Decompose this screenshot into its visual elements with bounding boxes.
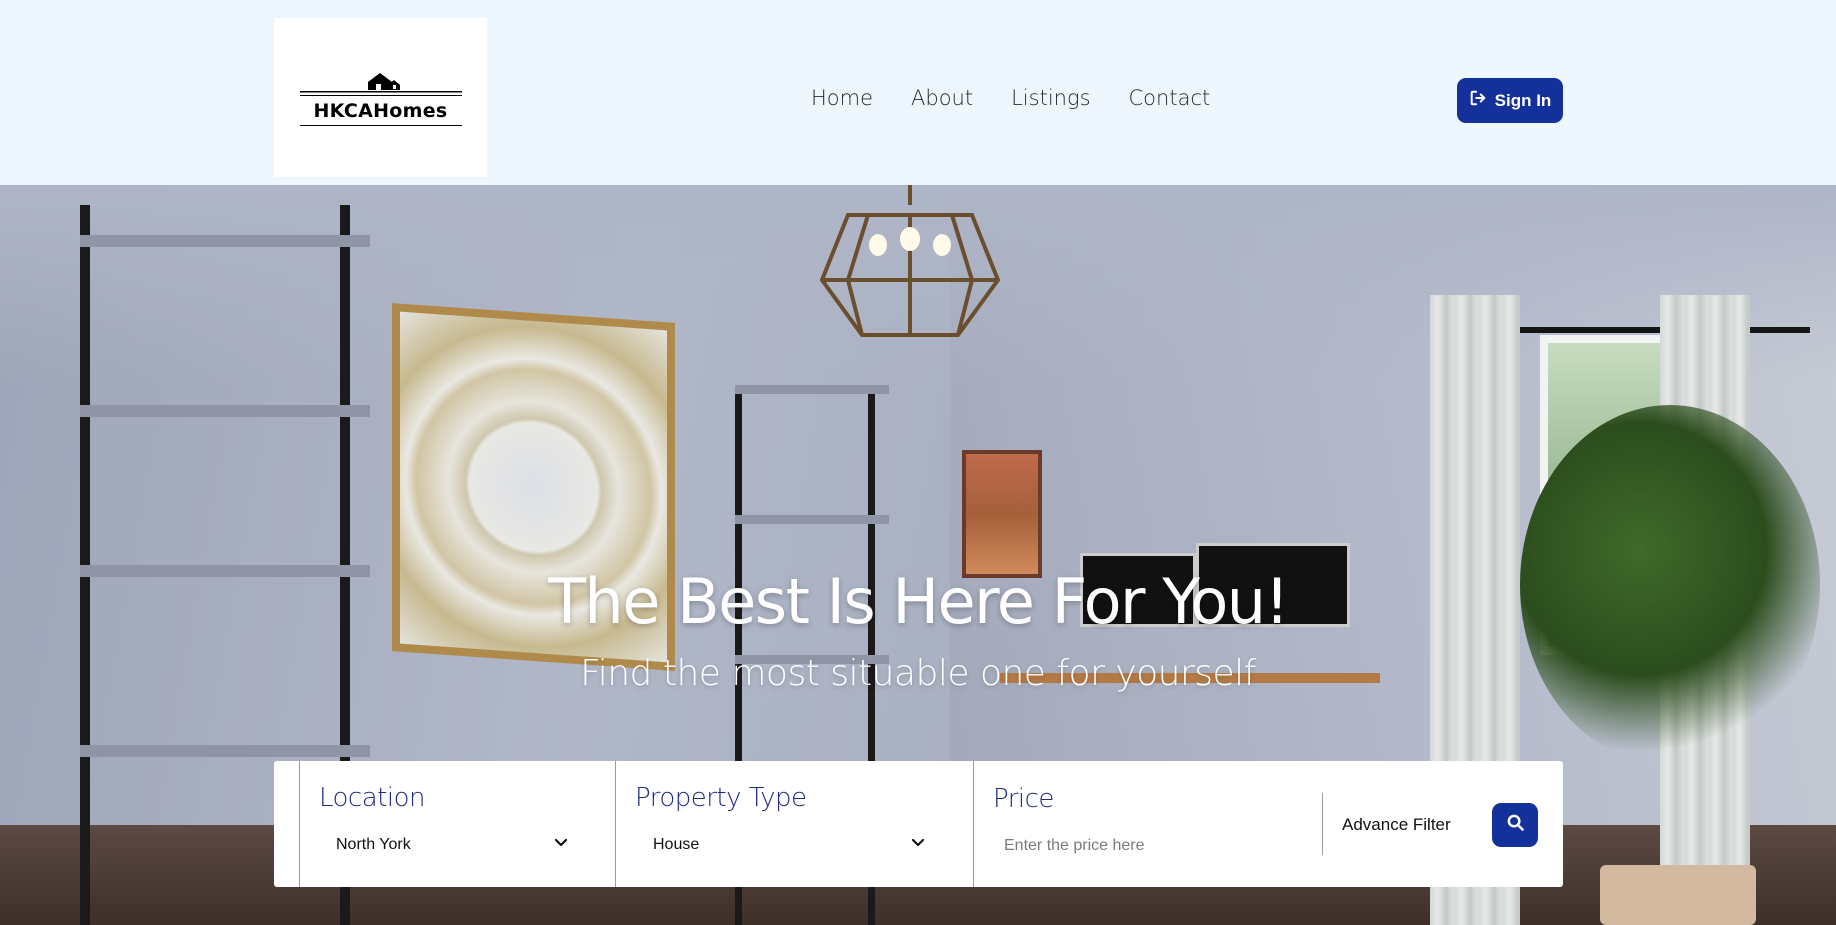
search-button[interactable] bbox=[1492, 803, 1538, 847]
house-icon bbox=[299, 70, 462, 98]
hero-title: The Best Is Here For You! bbox=[548, 565, 1289, 638]
divider bbox=[1322, 793, 1323, 855]
location-value: North York bbox=[336, 835, 411, 853]
brand-name: HKCAHomes bbox=[313, 99, 448, 122]
nav-listings[interactable]: Listings bbox=[1011, 86, 1090, 110]
search-icon bbox=[1506, 813, 1525, 837]
location-select[interactable]: North York bbox=[336, 835, 568, 854]
logo-underline bbox=[299, 124, 462, 126]
price-input[interactable] bbox=[1004, 835, 1304, 857]
plant-pot bbox=[1600, 865, 1756, 925]
property-type-value: House bbox=[653, 835, 700, 853]
sign-in-button[interactable]: Sign In bbox=[1457, 78, 1563, 123]
chandelier bbox=[819, 185, 1001, 337]
hero-subtitle: Find the most situable one for yourself bbox=[580, 653, 1256, 694]
nav-about[interactable]: About bbox=[911, 86, 973, 110]
main-nav: Home About Listings Contact bbox=[811, 86, 1210, 110]
price-label: Price bbox=[993, 784, 1054, 814]
advance-filter-button[interactable]: Advance Filter bbox=[1342, 815, 1451, 835]
nav-home[interactable]: Home bbox=[811, 86, 873, 110]
divider bbox=[973, 761, 974, 887]
site-header: HKCAHomes Home About Listings Contact Si… bbox=[0, 0, 1836, 185]
divider bbox=[615, 761, 616, 887]
divider bbox=[299, 761, 300, 887]
brand-logo[interactable]: HKCAHomes bbox=[274, 18, 487, 177]
location-label: Location bbox=[319, 783, 425, 813]
search-panel: Location North York Property Type House … bbox=[274, 761, 1563, 887]
chevron-down-icon bbox=[554, 835, 568, 854]
small-artwork bbox=[962, 450, 1042, 578]
nav-contact[interactable]: Contact bbox=[1129, 86, 1211, 110]
property-type-select[interactable]: House bbox=[653, 835, 925, 854]
sign-in-icon bbox=[1469, 89, 1487, 112]
chevron-down-icon bbox=[911, 835, 925, 854]
property-type-label: Property Type bbox=[635, 783, 807, 813]
sign-in-label: Sign In bbox=[1494, 90, 1552, 110]
